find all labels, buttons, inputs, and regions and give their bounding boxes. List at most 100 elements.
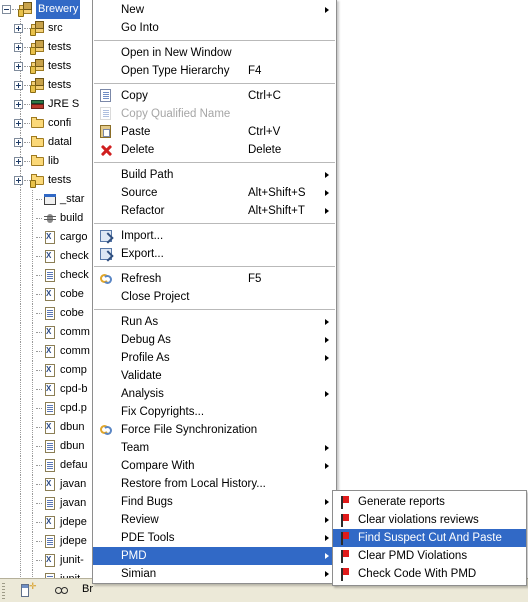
tree-row-label: JRE S — [48, 98, 80, 110]
menu-item[interactable]: Delete Delete — [93, 141, 336, 159]
submenu-arrow-icon — [325, 553, 329, 559]
menu-item[interactable]: Review — [93, 511, 336, 529]
menu-item[interactable]: Force File Synchronization — [93, 421, 336, 439]
tree-row-label: confi — [48, 117, 72, 129]
expand-icon[interactable] — [14, 81, 23, 90]
menu-item-label: Simian — [121, 568, 157, 580]
menu-item[interactable]: Profile As — [93, 349, 336, 367]
menu-item[interactable]: Paste Ctrl+V — [93, 123, 336, 141]
menu-item[interactable]: Analysis — [93, 385, 336, 403]
xml-file-icon — [42, 477, 58, 492]
submenu-item[interactable]: Generate reports — [333, 493, 526, 511]
export-icon — [98, 247, 114, 261]
submenu-arrow-icon — [325, 445, 329, 451]
tree-guide-line — [32, 437, 34, 456]
menu-item[interactable]: Restore from Local History... — [93, 475, 336, 493]
package-explorer-icon — [52, 586, 70, 595]
submenu-item[interactable]: Clear violations reviews — [333, 511, 526, 529]
menu-item-label: PMD — [121, 550, 147, 562]
expand-icon[interactable] — [14, 119, 23, 128]
tree-guide-line — [32, 342, 34, 361]
menu-item[interactable]: Close Project — [93, 288, 336, 306]
submenu-arrow-icon — [325, 535, 329, 541]
menu-item[interactable]: Copy Ctrl+C — [93, 87, 336, 105]
tree-guide-line — [32, 399, 34, 418]
open-perspective-button[interactable]: ✛ — [16, 582, 38, 600]
menu-item[interactable]: Fix Copyrights... — [93, 403, 336, 421]
xml-file-icon — [42, 363, 58, 378]
menu-item[interactable]: Debug As — [93, 331, 336, 349]
submenu-item[interactable]: Clear PMD Violations — [333, 547, 526, 565]
menu-item-shortcut: Ctrl+C — [248, 90, 281, 102]
submenu-item[interactable]: Check Code With PMD — [333, 565, 526, 583]
tree-row-label: junit. — [60, 570, 83, 578]
menu-item[interactable]: Refresh F5 — [93, 270, 336, 288]
expand-icon[interactable] — [14, 43, 23, 52]
menu-item[interactable]: Export... — [93, 245, 336, 263]
pmd-submenu[interactable]: Generate reports Clear violations reviews… — [332, 490, 527, 586]
lock-badge-icon — [30, 66, 36, 74]
xml-file-icon — [42, 325, 58, 340]
menu-item[interactable]: Import... — [93, 227, 336, 245]
menu-item[interactable]: Open Type Hierarchy F4 — [93, 62, 336, 80]
tree-guide-line — [20, 437, 22, 456]
ant-build-icon — [42, 211, 58, 226]
menu-item-label: Restore from Local History... — [121, 478, 266, 490]
tree-guide-line — [32, 228, 34, 247]
menu-item[interactable]: Simian — [93, 565, 336, 583]
tree-row-label: comp — [60, 364, 87, 376]
menu-item[interactable]: Compare With — [93, 457, 336, 475]
import-icon — [98, 229, 114, 243]
menu-item-label: Import... — [121, 230, 164, 242]
application-icon — [42, 192, 58, 207]
menu-item-label: Debug As — [121, 334, 171, 346]
tree-guide-line — [32, 532, 34, 551]
menu-item[interactable]: Build Path — [93, 166, 336, 184]
expand-icon[interactable] — [14, 157, 23, 166]
text-file-icon — [42, 439, 58, 454]
lock-badge-icon — [30, 85, 36, 93]
tree-row-label: check — [60, 250, 89, 262]
expand-icon[interactable] — [14, 176, 23, 185]
tree-row-label: defau — [60, 459, 88, 471]
expand-icon[interactable] — [14, 62, 23, 71]
menu-item[interactable]: Run As — [93, 313, 336, 331]
menu-item[interactable]: PDE Tools — [93, 529, 336, 547]
menu-item[interactable]: Team — [93, 439, 336, 457]
menu-item[interactable]: Go Into — [93, 19, 336, 37]
submenu-arrow-icon — [325, 190, 329, 196]
tree-row-label: datal — [48, 136, 72, 148]
submenu-item[interactable]: Find Suspect Cut And Paste — [333, 529, 526, 547]
expand-icon[interactable] — [14, 100, 23, 109]
menu-item[interactable]: Open in New Window — [93, 44, 336, 62]
tree-row-label: jdepe — [60, 516, 87, 528]
menu-separator — [94, 40, 335, 41]
xml-file-icon — [42, 382, 58, 397]
menu-item[interactable]: Refactor Alt+Shift+T — [93, 202, 336, 220]
tree-row-label: tests — [48, 60, 72, 72]
tree-row-label: cobe — [60, 307, 84, 319]
tree-row-label: tests — [48, 174, 72, 186]
tree-guide-line — [32, 380, 34, 399]
context-menu[interactable]: New Go Into Open in New Window Open Type Hi… — [92, 0, 337, 584]
menu-item[interactable]: New — [93, 1, 336, 19]
lock-badge-icon — [30, 28, 36, 36]
delete-icon — [98, 143, 114, 157]
collapse-icon[interactable] — [2, 5, 11, 14]
menu-item-label: Fix Copyrights... — [121, 406, 205, 418]
expand-icon[interactable] — [14, 24, 23, 33]
tree-guide-line — [20, 418, 22, 437]
menu-item-shortcut: F4 — [248, 65, 262, 77]
menu-item[interactable]: PMD — [93, 547, 336, 565]
menu-separator — [94, 266, 335, 267]
tree-row-label: build — [60, 212, 84, 224]
menu-item[interactable]: Find Bugs — [93, 493, 336, 511]
menu-item-label: Team — [121, 442, 150, 454]
jre-library-icon — [30, 97, 46, 112]
menu-item[interactable]: Source Alt+Shift+S — [93, 184, 336, 202]
menu-item[interactable]: Validate — [93, 367, 336, 385]
package-explorer-button[interactable] — [50, 582, 72, 600]
tree-row-label: javan — [60, 497, 87, 509]
tree-guide-line — [20, 380, 22, 399]
expand-icon[interactable] — [14, 138, 23, 147]
